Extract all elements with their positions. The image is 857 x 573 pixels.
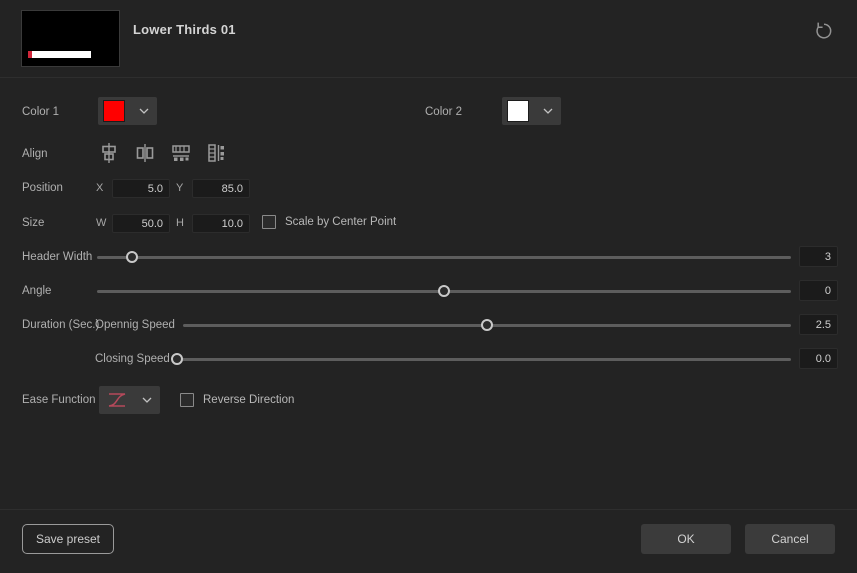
color1-dropdown[interactable] xyxy=(98,97,157,125)
position-label: Position xyxy=(22,182,63,194)
dialog-header: Lower Thirds 01 xyxy=(0,0,857,78)
align-label: Align xyxy=(22,148,48,160)
color1-swatch xyxy=(103,100,125,122)
color2-dropdown[interactable] xyxy=(502,97,561,125)
size-h-label: H xyxy=(176,217,184,229)
size-w-label: W xyxy=(96,217,106,229)
save-preset-button[interactable]: Save preset xyxy=(22,524,114,554)
closing-speed-label: Closing Speed xyxy=(95,353,170,365)
opening-speed-value[interactable] xyxy=(799,314,838,335)
size-w-input[interactable] xyxy=(112,214,170,233)
scale-by-center-point-label: Scale by Center Point xyxy=(285,216,396,228)
reverse-direction-label: Reverse Direction xyxy=(203,394,294,406)
page-title: Lower Thirds 01 xyxy=(133,22,236,37)
duration-group-label: Duration (Sec.) xyxy=(22,319,99,331)
size-h-input[interactable] xyxy=(192,214,250,233)
color2-label: Color 2 xyxy=(425,106,462,118)
reset-icon[interactable] xyxy=(813,20,835,42)
closing-speed-slider[interactable] xyxy=(177,351,791,367)
size-label: Size xyxy=(22,217,44,229)
ease-curve-icon xyxy=(106,390,128,410)
ease-function-label: Ease Function xyxy=(22,394,96,406)
chevron-down-icon xyxy=(543,106,553,116)
align-vertical-center-icon[interactable] xyxy=(97,141,121,165)
slider-track xyxy=(97,256,791,259)
chevron-down-icon xyxy=(139,106,149,116)
align-distribute-horizontal-icon[interactable] xyxy=(169,141,193,165)
reverse-direction-checkbox[interactable]: Reverse Direction xyxy=(180,393,294,407)
effect-settings-dialog: Lower Thirds 01 Color 1 Color 2 Align xyxy=(0,0,857,573)
closing-speed-value[interactable] xyxy=(799,348,838,369)
dialog-footer: Save preset OK Cancel xyxy=(0,509,857,573)
slider-knob[interactable] xyxy=(481,319,493,331)
checkbox-box xyxy=(262,215,276,229)
header-width-value[interactable] xyxy=(799,246,838,267)
slider-knob[interactable] xyxy=(171,353,183,365)
header-width-label: Header Width xyxy=(22,251,92,263)
preview-thumbnail xyxy=(21,10,120,67)
header-width-slider[interactable] xyxy=(97,249,791,265)
position-x-label: X xyxy=(96,182,103,194)
ok-button[interactable]: OK xyxy=(641,524,731,554)
chevron-down-icon xyxy=(142,395,152,405)
opening-speed-slider[interactable] xyxy=(183,317,791,333)
angle-value[interactable] xyxy=(799,280,838,301)
align-horizontal-center-icon[interactable] xyxy=(133,141,157,165)
ease-function-dropdown[interactable] xyxy=(99,386,160,414)
color1-label: Color 1 xyxy=(22,106,59,118)
cancel-button[interactable]: Cancel xyxy=(745,524,835,554)
opening-speed-label: Opennig Speed xyxy=(95,319,175,331)
align-distribute-vertical-icon[interactable] xyxy=(205,141,229,165)
angle-label: Angle xyxy=(22,285,51,297)
scale-by-center-point-checkbox[interactable]: Scale by Center Point xyxy=(262,215,396,229)
slider-knob[interactable] xyxy=(438,285,450,297)
checkbox-box xyxy=(180,393,194,407)
position-x-input[interactable] xyxy=(112,179,170,198)
dialog-body: Color 1 Color 2 Align xyxy=(0,78,857,509)
slider-track xyxy=(177,358,791,361)
angle-slider[interactable] xyxy=(97,283,791,299)
slider-knob[interactable] xyxy=(126,251,138,263)
position-y-input[interactable] xyxy=(192,179,250,198)
color2-swatch xyxy=(507,100,529,122)
position-y-label: Y xyxy=(176,182,183,194)
preview-thumbnail-bar xyxy=(28,51,91,58)
